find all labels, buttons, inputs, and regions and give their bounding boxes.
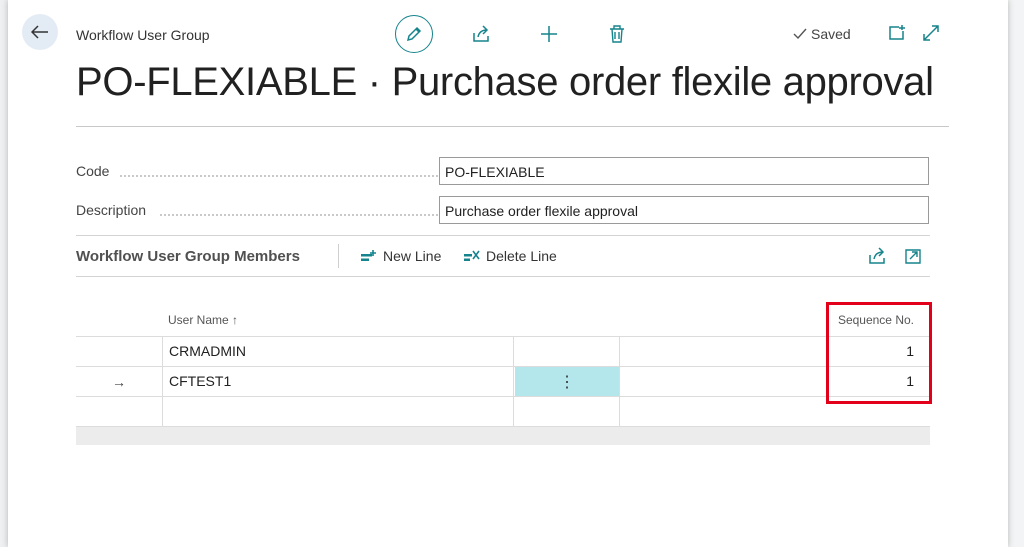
subpage-divider-bottom bbox=[76, 276, 930, 277]
code-field[interactable]: PO-FLEXIABLE bbox=[439, 157, 929, 185]
column-header-user-name[interactable]: User Name ↑ bbox=[168, 313, 238, 327]
checkmark-icon bbox=[793, 28, 807, 40]
row-menu-cell[interactable]: ⋮ bbox=[515, 367, 620, 396]
share-button[interactable] bbox=[462, 15, 500, 53]
grid-footer bbox=[76, 427, 930, 445]
grid-header: User Name ↑ Sequence No. bbox=[76, 306, 930, 337]
table-row[interactable]: CRMADMIN 1 bbox=[76, 337, 930, 367]
row-indicator bbox=[76, 397, 163, 426]
share-icon bbox=[473, 25, 489, 42]
code-leader-dots bbox=[120, 175, 438, 177]
expand-button[interactable] bbox=[922, 24, 940, 47]
row-indicator: → bbox=[76, 367, 163, 396]
subpage-title[interactable]: Workflow User Group Members bbox=[76, 248, 300, 265]
sequence-column-highlight-box bbox=[826, 302, 932, 404]
window-buttons bbox=[888, 24, 940, 47]
code-label: Code bbox=[76, 163, 116, 179]
share-icon bbox=[869, 247, 885, 264]
delete-line-label: Delete Line bbox=[486, 248, 557, 264]
open-in-new-window-icon bbox=[889, 25, 905, 40]
expand-icon bbox=[923, 25, 939, 41]
expand-view-icon bbox=[905, 249, 921, 264]
action-bar bbox=[395, 15, 666, 53]
row-menu-cell[interactable] bbox=[515, 337, 620, 366]
user-name-cell[interactable]: CFTEST1 bbox=[163, 367, 514, 396]
save-status-label: Saved bbox=[811, 26, 851, 42]
description-field[interactable]: Purchase order flexile approval bbox=[439, 196, 929, 224]
subpage-expand-button[interactable] bbox=[904, 247, 922, 270]
table-row[interactable] bbox=[76, 397, 930, 427]
subpage-separator bbox=[338, 244, 339, 268]
table-row[interactable]: → CFTEST1 ⋮ 1 bbox=[76, 367, 930, 397]
delete-line-button[interactable]: Delete Line bbox=[463, 248, 557, 264]
new-line-button[interactable]: New Line bbox=[360, 248, 441, 264]
description-label: Description bbox=[76, 202, 153, 218]
members-grid: User Name ↑ Sequence No. CRMADMIN 1 → CF… bbox=[76, 306, 930, 445]
user-name-cell[interactable]: CRMADMIN bbox=[163, 337, 514, 366]
new-line-label: New Line bbox=[383, 248, 442, 264]
description-leader-dots bbox=[160, 214, 438, 216]
row-menu-cell[interactable] bbox=[515, 397, 620, 426]
subpage-header: Workflow User Group Members New Line Del… bbox=[76, 236, 930, 276]
subpage-share-button[interactable] bbox=[868, 247, 886, 270]
back-button[interactable] bbox=[22, 14, 58, 50]
trash-icon bbox=[610, 25, 624, 43]
title-divider bbox=[76, 126, 949, 127]
plus-icon bbox=[541, 26, 557, 42]
edit-button[interactable] bbox=[395, 15, 433, 53]
workflow-user-group-card: Workflow User Group Saved PO-FLEXIABLE ·… bbox=[8, 0, 1008, 547]
more-options-icon[interactable]: ⋮ bbox=[559, 372, 575, 392]
row-indicator bbox=[76, 337, 163, 366]
background-page-right bbox=[1008, 0, 1024, 547]
new-button[interactable] bbox=[530, 15, 568, 53]
background-page-left bbox=[0, 0, 8, 547]
save-status: Saved bbox=[793, 26, 851, 42]
new-line-icon bbox=[361, 250, 376, 261]
page-caption: Workflow User Group bbox=[76, 27, 210, 43]
page-title: PO-FLEXIABLE · Purchase order flexile ap… bbox=[76, 60, 934, 104]
delete-button[interactable] bbox=[598, 15, 636, 53]
code-field-row: Code PO-FLEXIABLE bbox=[76, 157, 930, 185]
description-field-row: Description Purchase order flexile appro… bbox=[76, 196, 930, 224]
delete-line-icon bbox=[464, 250, 480, 261]
arrow-left-icon bbox=[31, 25, 48, 39]
open-new-window-button[interactable] bbox=[888, 24, 906, 47]
pencil-icon bbox=[406, 26, 422, 42]
user-name-cell[interactable] bbox=[163, 397, 514, 426]
